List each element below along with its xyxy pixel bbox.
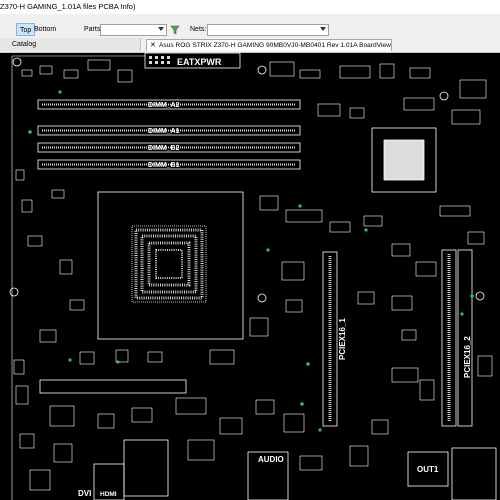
window-title: Z370-H GAMING_1.01A files PCBA Info) bbox=[0, 2, 136, 11]
dvi-label: DVI bbox=[78, 489, 91, 498]
atx-power-label: EATXPWR bbox=[177, 57, 222, 67]
nets-combobox[interactable] bbox=[207, 24, 329, 36]
chevron-down-icon bbox=[320, 27, 326, 31]
pcie-label-2: PCIEX16_2 bbox=[463, 336, 472, 378]
bottom-side-button[interactable]: Bottom bbox=[31, 23, 59, 36]
dimm-label-a1: DIMM_A1 bbox=[148, 128, 180, 135]
parts-combobox[interactable] bbox=[100, 24, 167, 36]
dimm-label-a2: DIMM_A2 bbox=[148, 102, 180, 109]
dimm-label-b2: DIMM_B2 bbox=[148, 145, 180, 152]
toolbar: Top Bottom Parts: Nets: bbox=[0, 14, 500, 38]
out-label: OUT1 bbox=[417, 465, 439, 474]
tab-boardview-document[interactable]: ✕ Asus ROG STRIX Z370-H GAMING 90MB0VJ0-… bbox=[146, 39, 392, 51]
hdmi-label: HDMI bbox=[100, 491, 117, 498]
document-tab-label: Asus ROG STRIX Z370-H GAMING 90MB0VJ0-MB… bbox=[159, 42, 391, 49]
cpu-socket bbox=[97, 191, 244, 340]
audio-label: AUDIO bbox=[258, 455, 284, 464]
pcie-label-1: PCIEX16_1 bbox=[338, 318, 347, 360]
dimm-label-b1: DIMM_B1 bbox=[148, 162, 180, 169]
nets-label: Nets: bbox=[190, 26, 207, 33]
close-icon[interactable]: ✕ bbox=[150, 41, 156, 49]
catalog-label: Catalog bbox=[12, 41, 37, 48]
chevron-down-icon bbox=[158, 27, 164, 31]
filter-icon[interactable] bbox=[170, 25, 180, 35]
catalog-panel-tab[interactable]: Catalog bbox=[0, 38, 141, 51]
board-view-canvas[interactable]: EATXPWR DIMM_A2 DIMM_A1 DIMM_B2 DIMM_B1 … bbox=[0, 52, 500, 500]
window-title-bar: Z370-H GAMING_1.01A files PCBA Info) bbox=[0, 0, 500, 15]
tab-bar: Catalog ✕ Asus ROG STRIX Z370-H GAMING 9… bbox=[0, 38, 500, 53]
